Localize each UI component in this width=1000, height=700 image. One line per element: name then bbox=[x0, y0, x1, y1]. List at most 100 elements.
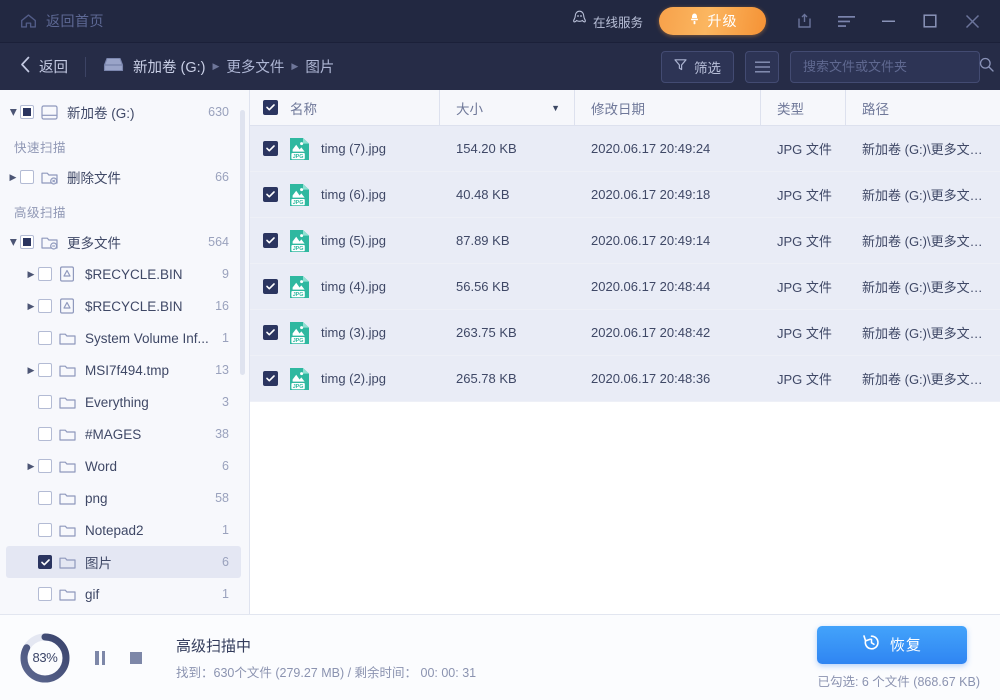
sidebar-scrollbar[interactable] bbox=[240, 110, 245, 375]
search-box[interactable] bbox=[790, 51, 980, 83]
expand-caret[interactable]: ▶ bbox=[24, 302, 38, 311]
list-view-icon[interactable] bbox=[745, 51, 779, 83]
nav-actions: 筛选 bbox=[661, 51, 980, 83]
sidebar-item-1-11[interactable]: gif1 bbox=[6, 578, 241, 610]
sidebar-item-1-0[interactable]: ▶更多文件564 bbox=[6, 226, 241, 258]
filter-button[interactable]: 筛选 bbox=[661, 51, 734, 83]
cell-name: JPGtimg (7).jpg bbox=[250, 137, 440, 161]
cell-size: 40.48 KB bbox=[440, 187, 575, 202]
breadcrumb-item-2[interactable]: 图片 bbox=[305, 56, 334, 77]
breadcrumb-item-1[interactable]: 更多文件 bbox=[226, 56, 284, 77]
minimize-icon[interactable] bbox=[872, 0, 904, 42]
funnel-icon bbox=[674, 58, 687, 76]
table-row[interactable]: JPGtimg (4).jpg56.56 KB2020.06.17 20:48:… bbox=[250, 264, 1000, 310]
collapse-caret[interactable]: ▶ bbox=[6, 238, 20, 247]
table-row[interactable]: JPGtimg (6).jpg40.48 KB2020.06.17 20:49:… bbox=[250, 172, 1000, 218]
expand-caret[interactable]: ▶ bbox=[24, 462, 38, 471]
tree-item-count: 66 bbox=[215, 170, 229, 184]
stop-icon bbox=[130, 652, 142, 664]
tree-checkbox[interactable] bbox=[38, 395, 52, 409]
breadcrumb-item-0[interactable]: 新加卷 (G:) bbox=[133, 56, 206, 77]
table-row[interactable]: JPGtimg (2).jpg265.78 KB2020.06.17 20:48… bbox=[250, 356, 1000, 402]
expand-caret[interactable]: ▶ bbox=[6, 173, 20, 182]
tree-checkbox[interactable] bbox=[20, 105, 34, 119]
close-icon[interactable] bbox=[956, 0, 988, 42]
online-service-button[interactable]: 在线服务 bbox=[572, 10, 643, 32]
tree-checkbox[interactable] bbox=[38, 331, 52, 345]
sidebar-item-1-6[interactable]: #MAGES38 bbox=[6, 418, 241, 450]
row-checkbox[interactable] bbox=[263, 141, 278, 156]
sidebar-item-1-5[interactable]: Everything3 bbox=[6, 386, 241, 418]
table-row[interactable]: JPGtimg (3).jpg263.75 KB2020.06.17 20:48… bbox=[250, 310, 1000, 356]
row-checkbox[interactable] bbox=[263, 371, 278, 386]
tree-checkbox[interactable] bbox=[38, 363, 52, 377]
crown-icon bbox=[688, 12, 701, 31]
column-header-name[interactable]: 名称 bbox=[250, 90, 440, 125]
maximize-icon[interactable] bbox=[914, 0, 946, 42]
cell-path: 新加卷 (G:)\更多文件... bbox=[846, 139, 1000, 158]
tree-item-label: $RECYCLE.BIN bbox=[85, 267, 214, 282]
cell-date: 2020.06.17 20:48:42 bbox=[575, 325, 761, 340]
progress-percent: 83% bbox=[18, 631, 72, 685]
scan-progress-ring: 83% bbox=[18, 631, 72, 685]
svg-text:JPG: JPG bbox=[293, 292, 304, 298]
tree-checkbox[interactable] bbox=[38, 555, 52, 569]
folder-icon bbox=[59, 363, 77, 378]
upgrade-button[interactable]: 升级 bbox=[659, 7, 766, 35]
column-header-path[interactable]: 路径 bbox=[846, 90, 1000, 125]
column-header-type[interactable]: 类型 bbox=[761, 90, 846, 125]
sidebar-item-1-1[interactable]: ▶ $RECYCLE.BIN 9 bbox=[6, 258, 241, 290]
sidebar-item-1-3[interactable]: System Volume Inf...1 bbox=[6, 322, 241, 354]
expand-caret[interactable]: ▶ bbox=[24, 270, 38, 279]
export-icon[interactable] bbox=[788, 0, 820, 42]
cell-name: JPGtimg (4).jpg bbox=[250, 275, 440, 299]
column-header-size[interactable]: 大小 ▼ bbox=[440, 90, 575, 125]
navigation-bar: 返回 新加卷 (G:) ▶ 更多文件 ▶ 图片 筛选 bbox=[0, 42, 1000, 90]
pause-button[interactable] bbox=[86, 644, 114, 672]
search-input[interactable] bbox=[803, 59, 979, 74]
table-row[interactable]: JPGtimg (5).jpg87.89 KB2020.06.17 20:49:… bbox=[250, 218, 1000, 264]
search-icon[interactable] bbox=[979, 57, 994, 77]
home-button[interactable]: 返回首页 bbox=[20, 11, 104, 31]
tree-checkbox[interactable] bbox=[38, 267, 52, 281]
column-header-date[interactable]: 修改日期 bbox=[575, 90, 761, 125]
tree-checkbox[interactable] bbox=[38, 587, 52, 601]
tree-checkbox[interactable] bbox=[38, 427, 52, 441]
sort-desc-icon[interactable]: ▼ bbox=[551, 103, 560, 113]
collapse-caret[interactable]: ▶ bbox=[6, 108, 20, 117]
row-checkbox[interactable] bbox=[263, 233, 278, 248]
back-button[interactable]: 返回 bbox=[20, 56, 68, 78]
tree-checkbox[interactable] bbox=[38, 459, 52, 473]
menu-icon[interactable] bbox=[830, 0, 862, 42]
folder-icon bbox=[59, 395, 77, 410]
table-row[interactable]: JPGtimg (7).jpg154.20 KB2020.06.17 20:49… bbox=[250, 126, 1000, 172]
sidebar-item-1-4[interactable]: ▶MSI7f494.tmp13 bbox=[6, 354, 241, 386]
expand-caret[interactable]: ▶ bbox=[24, 366, 38, 375]
tree-checkbox[interactable] bbox=[38, 491, 52, 505]
cell-path: 新加卷 (G:)\更多文件... bbox=[846, 277, 1000, 296]
sidebar-item-1-8[interactable]: png58 bbox=[6, 482, 241, 514]
row-checkbox[interactable] bbox=[263, 187, 278, 202]
sidebar-item-1-2[interactable]: ▶$RECYCLE.BIN16 bbox=[6, 290, 241, 322]
sidebar-item-root[interactable]: ▶新加卷 (G:)630 bbox=[6, 96, 241, 128]
tree-item-count: 6 bbox=[222, 459, 229, 473]
row-checkbox[interactable] bbox=[263, 279, 278, 294]
sidebar-item-1-10[interactable]: 图片6 bbox=[6, 546, 241, 578]
tree-item-count: 9 bbox=[222, 267, 229, 281]
tree-checkbox[interactable] bbox=[38, 523, 52, 537]
tree-item-count: 3 bbox=[222, 395, 229, 409]
pause-icon bbox=[95, 651, 105, 665]
folder-deleted-icon bbox=[41, 170, 59, 185]
stop-button[interactable] bbox=[122, 644, 150, 672]
row-checkbox[interactable] bbox=[263, 325, 278, 340]
folder-icon bbox=[59, 427, 77, 442]
sidebar-item-1-7[interactable]: ▶Word6 bbox=[6, 450, 241, 482]
select-all-checkbox[interactable] bbox=[263, 100, 278, 115]
tree-checkbox[interactable] bbox=[20, 235, 34, 249]
recover-button[interactable]: 恢复 bbox=[817, 626, 967, 664]
tree-checkbox[interactable] bbox=[38, 299, 52, 313]
restore-icon bbox=[863, 634, 880, 656]
sidebar-item-0-0[interactable]: ▶删除文件66 bbox=[6, 161, 241, 193]
sidebar-item-1-9[interactable]: Notepad21 bbox=[6, 514, 241, 546]
tree-checkbox[interactable] bbox=[20, 170, 34, 184]
